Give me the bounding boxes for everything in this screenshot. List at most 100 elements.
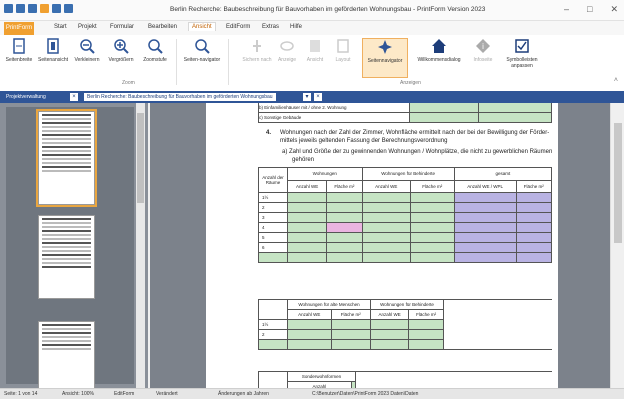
navigator-scroll-thumb[interactable] [137, 113, 144, 203]
page-navigator-button[interactable]: Seiten-navigator [182, 38, 222, 63]
section-number: 4. [266, 130, 272, 136]
tab-start[interactable]: Start [54, 24, 67, 30]
quick-access-toolbar [4, 4, 73, 13]
save-to-icon [249, 38, 265, 54]
ribbon-tabs: PrintForm Start Projekt Formular Bearbei… [0, 21, 624, 35]
status-info: Änderungen ab Jahren [218, 391, 269, 397]
header-flaeche: Fläche m² [515, 179, 553, 193]
undo-icon[interactable] [52, 4, 61, 13]
table-row [258, 252, 553, 263]
page-thumbnail-2[interactable] [38, 215, 95, 299]
info-icon: i [475, 38, 491, 54]
subsection-a-line-2: gehören [292, 157, 315, 163]
customize-toolbar-button[interactable]: Symbolleisten anpassen [500, 38, 544, 69]
tab-formular[interactable]: Formular [110, 24, 134, 30]
table-row: 1½ [258, 192, 553, 203]
minimize-icon[interactable]: – [564, 4, 569, 15]
header-anzahl-we: Anzahl WE [286, 179, 328, 193]
tab-bearbeiten[interactable]: Bearbeiten [148, 24, 177, 30]
page-thumbnail-3[interactable] [38, 321, 95, 393]
header-anzahl-we: Anzahl WE [361, 179, 411, 193]
close-project-tab-icon[interactable]: × [70, 93, 78, 101]
view-icon [307, 38, 323, 54]
ribbon-separator [176, 39, 177, 85]
document-tab-bar: Projektverwaltung × Berlin Recherche: Ba… [0, 91, 624, 103]
tab-ansicht[interactable]: Ansicht [188, 22, 216, 31]
page-view-button[interactable]: Seitenansicht [36, 38, 70, 63]
navigator-scrollbar[interactable] [136, 103, 145, 388]
tab-projekt[interactable]: Projekt [78, 24, 97, 30]
header-anzahl-we-wpl: Anzahl WE / WPL [453, 179, 517, 193]
window-title: Berlin Recherche: Baubeschreibung für Ba… [170, 6, 486, 13]
layout-button[interactable]: Layout [326, 38, 360, 63]
document-tab-menu-icon[interactable]: ▾ [303, 93, 311, 101]
header-flaeche: Fläche m² [326, 179, 363, 193]
save-to-button[interactable]: Sichern nach [240, 38, 274, 63]
tab-printform[interactable]: PrintForm [4, 22, 34, 35]
input-cell[interactable] [409, 112, 479, 123]
maximize-icon[interactable]: □ [587, 4, 592, 15]
status-path: C:\Benutzer\Daten\PrintForm 2023 Daten\D… [312, 391, 419, 397]
zoom-out-button[interactable]: Verkleinern [70, 38, 104, 63]
header-flaeche: Fläche m² [409, 179, 455, 193]
seitennavigator-button[interactable]: Seitennavigator [362, 38, 408, 78]
input-cell[interactable] [478, 103, 552, 113]
page-navigator-panel [0, 103, 148, 393]
table-row: 4 [258, 222, 553, 233]
folder-icon[interactable] [40, 4, 49, 13]
document-scrollbar[interactable] [610, 103, 624, 388]
section-text-line-1: Wohnungen nach der Zahl der Zimmer, Wohn… [280, 130, 550, 136]
table-row: 5 [258, 232, 553, 243]
header-alte-menschen: Wohnungen für alte Menschen [287, 299, 371, 310]
print-icon[interactable] [28, 4, 37, 13]
status-page: Seite: 1 von 14 [4, 391, 38, 397]
collapse-ribbon-icon[interactable]: ˄ [614, 77, 618, 84]
thumbnail-area [6, 107, 134, 393]
tab-extras[interactable]: Extras [262, 24, 279, 30]
document-scroll-thumb[interactable] [614, 123, 622, 243]
status-bar: Seite: 1 von 14 Ansicht: 100% EditForm V… [0, 388, 624, 399]
status-mode: EditForm [114, 391, 135, 397]
welcome-dialog-button[interactable]: Willkommensdialog [416, 38, 462, 63]
save-icon[interactable] [16, 4, 25, 13]
input-cell[interactable] [478, 112, 552, 123]
tab-projektverwaltung[interactable]: Projektverwaltung [3, 93, 49, 101]
zoom-out-icon [79, 38, 95, 54]
close-icon[interactable]: ✕ [610, 4, 618, 15]
wohnungen-table: Anzahl der Räume Wohnungen Wohnungen für… [258, 167, 553, 263]
info-page-button[interactable]: i Infoseite [466, 38, 500, 63]
zoom-in-icon [113, 38, 129, 54]
navigator-star-icon [377, 39, 393, 55]
magnifier-icon [147, 38, 163, 54]
redo-icon[interactable] [64, 4, 73, 13]
window-controls: – □ ✕ [564, 4, 618, 15]
page-width-icon [11, 38, 27, 54]
header-sonderwohnformen: Sonderwohnformen [287, 371, 356, 382]
group-label-zoom: Zoom [122, 80, 135, 86]
header-behinderte: Wohnungen für Behinderte [369, 299, 445, 310]
tab-hilfe[interactable]: Hilfe [290, 24, 302, 30]
home-icon [431, 38, 447, 54]
checkbox-icon [514, 38, 530, 54]
page-thumbnail-1[interactable] [36, 109, 97, 207]
close-document-tab-icon[interactable]: × [314, 93, 322, 101]
display-icon [279, 38, 295, 54]
page-search-icon [194, 38, 210, 54]
section-text-line-2: mittels jeweils geltenden Fassung der Be… [280, 138, 448, 144]
page-width-button[interactable]: Seitenbreite [2, 38, 36, 63]
active-input-cell[interactable] [326, 222, 363, 233]
tab-editform[interactable]: EditForm [226, 24, 250, 30]
input-cell[interactable] [409, 103, 479, 113]
header-gesamt: gesamt [453, 167, 553, 181]
ribbon: Seitenbreite Seitenansicht Verkleinern V… [0, 35, 624, 92]
tab-document[interactable]: Berlin Recherche: Baubeschreibung für Ba… [84, 93, 276, 101]
svg-text:i: i [482, 42, 484, 51]
zoom-in-button[interactable]: Vergrößern [104, 38, 138, 63]
subsection-a-line-1: a) Zahl und Größe der zu gewinnenden Woh… [282, 149, 553, 155]
app-icon[interactable] [4, 4, 13, 13]
table-row: 3 [258, 212, 553, 223]
top-rows-table: b) Einfamilienhäuser mit / ohne 2. Wohnu… [258, 103, 552, 123]
title-bar: Berlin Recherche: Baubeschreibung für Ba… [0, 0, 624, 21]
group-label-anzeigen: Anzeigen [400, 80, 421, 86]
zoom-level-button[interactable]: Zoomstufe [138, 38, 172, 63]
